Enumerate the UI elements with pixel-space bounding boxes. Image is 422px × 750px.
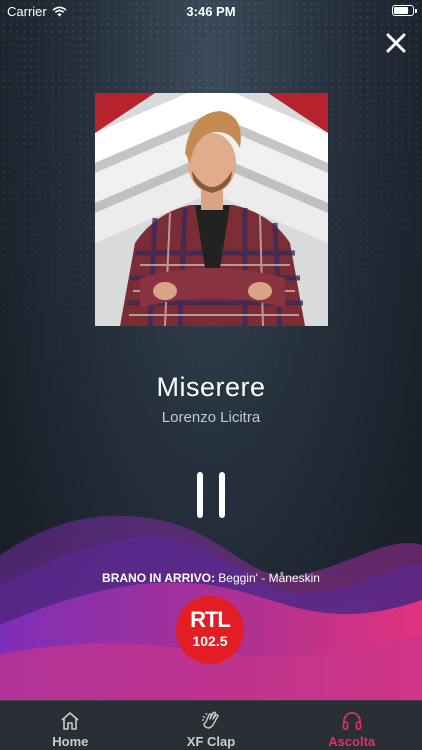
next-track-label: BRANO IN ARRIVO: [102, 571, 215, 585]
svg-text:RTL: RTL [190, 607, 230, 632]
tab-ascolta[interactable]: Ascolta [281, 701, 422, 750]
headphones-icon [342, 712, 361, 730]
battery-icon [392, 5, 417, 16]
close-icon [386, 33, 406, 53]
tab-home-label: Home [52, 734, 89, 749]
next-track-info: BRANO IN ARRIVO: Beggin' - Måneskin [0, 571, 422, 585]
next-track-value: Beggin' - Måneskin [214, 571, 320, 585]
album-artwork [95, 93, 328, 326]
close-button[interactable] [383, 30, 409, 56]
song-title: Miserere [156, 372, 266, 402]
song-artist: Lorenzo Licitra [161, 409, 261, 426]
home-icon [61, 712, 79, 730]
battery-level [394, 7, 409, 14]
tab-xf-clap[interactable]: XF Clap [141, 701, 282, 750]
artist-photo [95, 93, 328, 326]
svg-text:102.5: 102.5 [192, 633, 227, 649]
tab-xf-clap-label: XF Clap [186, 734, 236, 749]
clap-icon [202, 711, 219, 729]
tab-ascolta-label: Ascolta [328, 734, 376, 749]
tab-bar: Home XF Clap Ascolta [0, 700, 422, 750]
rtl-logo: RTL 102.5 [176, 596, 244, 664]
status-bar: Carrier 3:46 PM [0, 0, 422, 22]
tab-home[interactable]: Home [0, 701, 141, 750]
clock: 3:46 PM [186, 4, 236, 19]
